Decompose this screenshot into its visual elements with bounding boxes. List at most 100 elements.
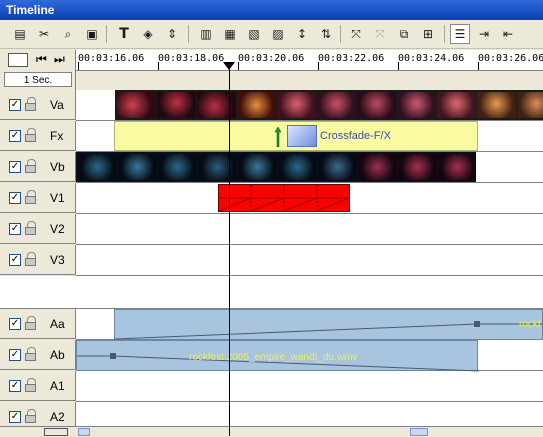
clip-thumbnail (358, 154, 397, 180)
toolbar-separator (106, 25, 107, 43)
track-view2-icon[interactable]: ▦ (220, 24, 240, 44)
cursor-tool-icon[interactable]: ↕ (292, 24, 312, 44)
transition-thumbnail (287, 125, 317, 147)
video-clip-v1[interactable] (218, 184, 350, 212)
track-header-v1[interactable]: ✓ V1 (0, 183, 76, 213)
clip-segment-lines (219, 185, 349, 211)
track-header-aa[interactable]: ✓ Aa (0, 309, 76, 339)
lock-icon[interactable] (25, 221, 37, 235)
audio-clip-label: rockf (519, 319, 541, 330)
clip-icon[interactable]: ▣ (82, 24, 102, 44)
outdent-icon[interactable]: ⇤ (498, 24, 518, 44)
lock-icon[interactable] (25, 190, 37, 204)
lock-icon[interactable] (25, 316, 37, 330)
track-enable-checkbox[interactable]: ✓ (9, 99, 21, 111)
audio-clip-aa[interactable]: rockf (114, 309, 543, 340)
clip-thumbnail (317, 92, 356, 118)
scroll-left-icon[interactable] (78, 428, 90, 436)
track-enable-checkbox[interactable]: ✓ (9, 192, 21, 204)
razor-icon[interactable]: ✂ (34, 24, 54, 44)
disabled-icon: ⤧ (375, 26, 385, 41)
track-enable-checkbox[interactable]: ✓ (9, 411, 21, 423)
track-header-v3[interactable]: ✓ V3 (0, 245, 76, 275)
storyboard-toggle-icon[interactable] (8, 53, 28, 67)
toolbar-separator (340, 25, 341, 43)
lock-icon[interactable] (25, 128, 37, 142)
track-header-fx[interactable]: ✓ Fx (0, 121, 76, 151)
split-clip-icon[interactable]: ⇅ (316, 24, 336, 44)
disable-icon[interactable]: ⤧ (346, 24, 366, 44)
audio-clip-ab[interactable]: rockfest 2005_empire_wandt_du.wmv (76, 340, 479, 372)
transition-label: Crossfade-F/X (320, 130, 391, 142)
lock-icon[interactable] (25, 409, 37, 423)
clip-thumbnail (157, 92, 196, 118)
track-enable-checkbox[interactable]: ✓ (9, 130, 21, 142)
ruler-label: 00:03:18.06 (158, 53, 225, 64)
clip-thumbnail (117, 92, 156, 118)
go-to-start-icon[interactable]: ⏮ (36, 52, 47, 67)
transition-arrow-icon (275, 127, 281, 147)
video-clip-va[interactable] (115, 90, 543, 120)
time-scale-dropdown[interactable]: 1 Sec. (4, 72, 72, 87)
lock-icon[interactable] (25, 159, 37, 173)
track-enable-checkbox[interactable]: ✓ (9, 318, 21, 330)
track-group-separator (0, 276, 543, 309)
zoom-out-icon[interactable] (10, 428, 32, 436)
track-name: Vb (50, 160, 65, 174)
storyboard-icon[interactable]: ▤ (10, 24, 30, 44)
track-lane-a1[interactable] (76, 371, 543, 402)
lock-icon[interactable] (25, 252, 37, 266)
track-name: V1 (50, 191, 65, 205)
scrollbar-thumb[interactable] (410, 428, 428, 436)
horizontal-scrollbar[interactable] (0, 426, 543, 437)
zoom-icon[interactable]: ⌕ (58, 24, 78, 44)
track-name: V2 (50, 222, 65, 236)
clip-thumbnail (277, 92, 316, 118)
track-lane-v2[interactable] (76, 214, 543, 245)
track-header-ab[interactable]: ✓ Ab (0, 340, 76, 370)
clip-thumbnail (78, 154, 117, 180)
track-enable-checkbox[interactable]: ✓ (9, 223, 21, 235)
go-to-end-icon[interactable]: ⏭ (54, 52, 65, 67)
playhead-marker-icon[interactable] (223, 62, 235, 70)
volume-envelope (115, 321, 543, 340)
effects-icon[interactable]: ◈ (138, 24, 158, 44)
lock-icon[interactable] (25, 97, 37, 111)
indent-icon[interactable]: ⇥ (474, 24, 494, 44)
track-header-va[interactable]: ✓ Va (0, 90, 76, 120)
time-ruler[interactable]: 00:03:16.06 00:03:18.06 00:03:20.06 00:0… (76, 50, 543, 71)
ruler-label: 00:03:22.06 (318, 53, 385, 64)
list-icon[interactable]: ☰ (450, 24, 470, 44)
playhead-line[interactable] (229, 62, 230, 436)
track-name: A2 (50, 410, 65, 424)
video-clip-vb[interactable] (76, 152, 476, 182)
clip-thumbnail (397, 92, 436, 118)
lock-icon[interactable] (25, 378, 37, 392)
snapshot-icon[interactable]: ▧ (244, 24, 264, 44)
clip-thumbnail (477, 92, 516, 118)
group-icon[interactable]: ⧉ (394, 24, 414, 44)
track-enable-checkbox[interactable]: ✓ (9, 161, 21, 173)
track-header-vb[interactable]: ✓ Vb (0, 152, 76, 182)
clip-thumbnail (318, 154, 357, 180)
split-icon[interactable]: ⇕ (162, 24, 182, 44)
toolbar: ▤ ✂ ⌕ ▣ T ◈ ⇕ ▥ ▦ ▧ ▨ ↕ ⇅ ⤧ ⤧ ⧉ ⊞ ☰ ⇥ ⇤ (0, 20, 543, 49)
fx-transition-clip[interactable]: Crossfade-F/X (114, 121, 478, 151)
toolbar-separator (444, 25, 445, 43)
text-icon[interactable]: T (114, 24, 134, 44)
clip-thumbnail (438, 154, 476, 180)
zoom-in-icon[interactable] (44, 428, 68, 436)
track-name: Ab (50, 348, 65, 362)
lock-icon[interactable] (25, 347, 37, 361)
track-enable-checkbox[interactable]: ✓ (9, 254, 21, 266)
track-enable-checkbox[interactable]: ✓ (9, 380, 21, 392)
track-lane-v3[interactable] (76, 245, 543, 276)
track-enable-checkbox[interactable]: ✓ (9, 349, 21, 361)
track-header-a1[interactable]: ✓ A1 (0, 371, 76, 401)
ungroup-icon[interactable]: ⊞ (418, 24, 438, 44)
marker-icon[interactable]: ▨ (268, 24, 288, 44)
track-name: Fx (50, 129, 64, 143)
clip-thumbnail (517, 92, 543, 118)
track-header-v2[interactable]: ✓ V2 (0, 214, 76, 244)
track-view-icon[interactable]: ▥ (196, 24, 216, 44)
